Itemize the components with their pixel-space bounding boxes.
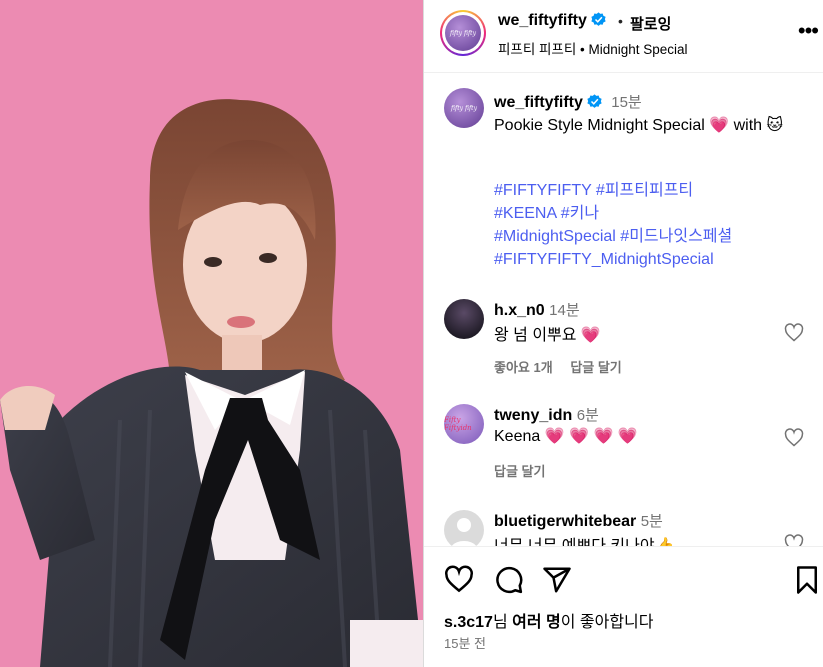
- comment-time[interactable]: 5분: [641, 513, 663, 530]
- caption-time[interactable]: 15분: [611, 94, 642, 111]
- likes-summary[interactable]: s.3c17님 여러 명이 좋아합니다: [444, 608, 653, 632]
- likes-text-mid: 님: [492, 614, 513, 631]
- comment-actions: 좋아요 1개 답글 달기: [494, 357, 636, 376]
- separator-dot: •: [618, 13, 623, 29]
- likes-text-end: 이 좋아합니다: [560, 614, 654, 631]
- comment-time[interactable]: 6분: [577, 407, 599, 424]
- comment-likes-count[interactable]: 좋아요 1개: [494, 360, 553, 375]
- audio-link[interactable]: 피프티 피프티 • Midnight Special: [498, 38, 688, 58]
- post-side-panel: fifty fifty we_fiftyfifty • 팔로잉 피프티 피프티 …: [423, 0, 823, 667]
- post-timestamp[interactable]: 15분 전: [444, 633, 486, 652]
- post-header: fifty fifty we_fiftyfifty • 팔로잉 피프티 피프티 …: [424, 0, 823, 73]
- verified-icon: [591, 12, 606, 26]
- reply-button[interactable]: 답글 달기: [570, 360, 621, 375]
- comment-header: tweny_idn 6분: [494, 404, 599, 425]
- story-ring[interactable]: fifty fifty: [440, 10, 486, 56]
- heart-icon[interactable]: [784, 428, 804, 448]
- liker-username[interactable]: s.3c17: [444, 614, 493, 631]
- following-button[interactable]: 팔로잉: [630, 13, 671, 34]
- default-avatar-icon: [451, 518, 477, 546]
- commenter-avatar[interactable]: [444, 299, 484, 339]
- commenter-avatar[interactable]: [444, 510, 484, 546]
- caption-header: we_fiftyfifty 15분: [494, 91, 642, 112]
- author-username[interactable]: we_fiftyfifty: [498, 12, 587, 29]
- heart-icon[interactable]: [784, 534, 804, 546]
- hashtag-line[interactable]: #FIFTYFIFTY #피프티피프티: [494, 179, 814, 202]
- save-icon[interactable]: [792, 565, 822, 595]
- commenter-username[interactable]: bluetigerwhitebear: [494, 513, 636, 530]
- commenter-username[interactable]: tweny_idn: [494, 407, 572, 424]
- share-icon[interactable]: [542, 565, 572, 595]
- comment-header: bluetigerwhitebear 5분: [494, 510, 663, 531]
- comment-icon[interactable]: [494, 565, 524, 595]
- comments-scroll-area[interactable]: fifty fifty we_fiftyfifty 15분 Pookie Sty…: [424, 74, 823, 546]
- comment-text: 왕 넘 이뿌요 💗: [494, 327, 601, 344]
- comment-header: h.x_n0 14분: [494, 299, 580, 320]
- caption-text: Pookie Style Midnight Special 💗 with 🐱: [494, 117, 784, 134]
- caption-author-avatar[interactable]: fifty fifty: [444, 88, 484, 128]
- comment-actions: 답글 달기: [494, 461, 559, 480]
- author-username-row: we_fiftyfifty: [498, 12, 606, 30]
- hashtag-line[interactable]: #KEENA #키나: [494, 202, 814, 225]
- comment-text: Keena 💗 💗 💗 💗: [494, 428, 638, 445]
- more-icon[interactable]: •••: [798, 20, 819, 42]
- commenter-avatar[interactable]: Fifty Fiftyidn: [444, 404, 484, 444]
- hashtag-line[interactable]: #MidnightSpecial #미드나잇스페셜: [494, 225, 814, 248]
- caption-username[interactable]: we_fiftyfifty: [494, 94, 583, 111]
- heart-icon[interactable]: [784, 323, 804, 343]
- comment-text: 너무 너무 예쁘다 키나야👍: [494, 532, 674, 546]
- heart-icon[interactable]: [444, 565, 474, 595]
- avatar-logo-text: Fifty Fiftyidn: [444, 416, 472, 432]
- verified-icon: [587, 94, 602, 108]
- likes-others[interactable]: 여러 명: [512, 614, 561, 631]
- avatar-logo-text: fifty fifty: [450, 29, 476, 37]
- comment-time[interactable]: 14분: [549, 302, 580, 319]
- hashtag-list: #FIFTYFIFTY #피프티피프티 #KEENA #키나 #Midnight…: [494, 179, 814, 271]
- reply-button[interactable]: 답글 달기: [494, 464, 545, 479]
- post-media[interactable]: [0, 0, 423, 667]
- hashtag-line[interactable]: #FIFTYFIFTY_MidnightSpecial: [494, 248, 814, 271]
- post-actions-bar: s.3c17님 여러 명이 좋아합니다 15분 전: [424, 546, 823, 667]
- post-photo: [0, 0, 423, 667]
- avatar-logo-text: fifty fifty: [451, 104, 477, 112]
- author-avatar[interactable]: fifty fifty: [445, 15, 481, 51]
- commenter-username[interactable]: h.x_n0: [494, 302, 545, 319]
